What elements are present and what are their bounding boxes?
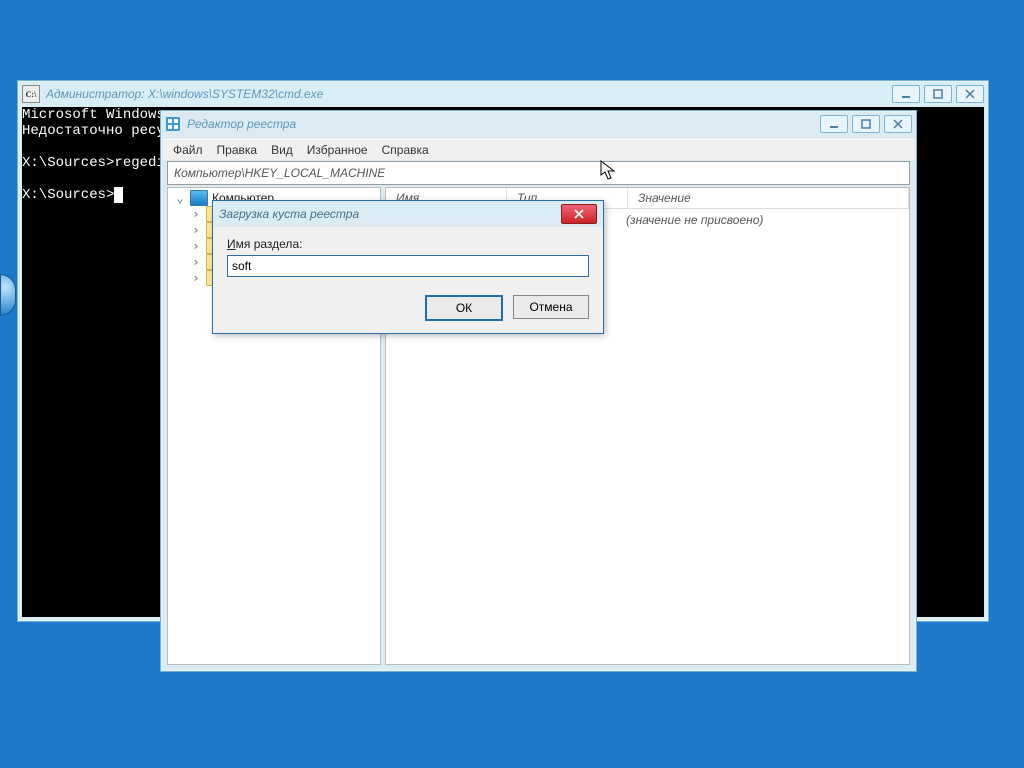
load-hive-dialog: Загрузка куста реестра Имя раздела: ОК О… [212, 200, 604, 334]
start-orb-sliver[interactable] [0, 274, 16, 316]
key-name-label: Имя раздела: [227, 237, 589, 251]
expand-icon[interactable]: › [190, 207, 202, 221]
menu-file[interactable]: Файл [173, 143, 203, 157]
regedit-title: Редактор реестра [187, 117, 820, 131]
minimize-button[interactable] [820, 115, 848, 133]
expand-icon[interactable]: › [190, 271, 202, 285]
menu-edit[interactable]: Правка [217, 143, 258, 157]
regedit-window: Редактор реестра Файл Правка Вид Избранн… [160, 110, 917, 672]
cmd-title: Администратор: X:\windows\SYSTEM32\cmd.e… [46, 87, 892, 101]
regedit-menubar: Файл Правка Вид Избранное Справка [163, 139, 914, 160]
cmd-titlebar[interactable]: C:\ Администратор: X:\windows\SYSTEM32\c… [18, 81, 988, 107]
maximize-button[interactable] [924, 85, 952, 103]
collapse-icon[interactable]: ⌄ [174, 191, 186, 205]
menu-view[interactable]: Вид [271, 143, 293, 157]
dialog-titlebar[interactable]: Загрузка куста реестра [213, 201, 603, 227]
regedit-icon [165, 116, 181, 132]
menu-help[interactable]: Справка [382, 143, 429, 157]
dialog-title: Загрузка куста реестра [219, 207, 561, 221]
regedit-address-bar[interactable]: Компьютер\HKEY_LOCAL_MACHINE [167, 161, 910, 185]
expand-icon[interactable]: › [190, 223, 202, 237]
computer-icon [190, 190, 208, 206]
cmd-icon: C:\ [22, 85, 40, 103]
maximize-button[interactable] [852, 115, 880, 133]
col-value[interactable]: Значение [628, 188, 909, 208]
key-name-input[interactable] [227, 255, 589, 277]
close-button[interactable] [956, 85, 984, 103]
ok-button[interactable]: ОК [425, 295, 503, 321]
expand-icon[interactable]: › [190, 255, 202, 269]
close-button[interactable] [884, 115, 912, 133]
cancel-button[interactable]: Отмена [513, 295, 589, 319]
dialog-close-button[interactable] [561, 204, 597, 224]
minimize-button[interactable] [892, 85, 920, 103]
list-placeholder: (значение не присвоено) [626, 213, 899, 227]
regedit-titlebar[interactable]: Редактор реестра [161, 111, 916, 137]
regedit-address: Компьютер\HKEY_LOCAL_MACHINE [174, 166, 385, 180]
expand-icon[interactable]: › [190, 239, 202, 253]
menu-favorites[interactable]: Избранное [307, 143, 368, 157]
